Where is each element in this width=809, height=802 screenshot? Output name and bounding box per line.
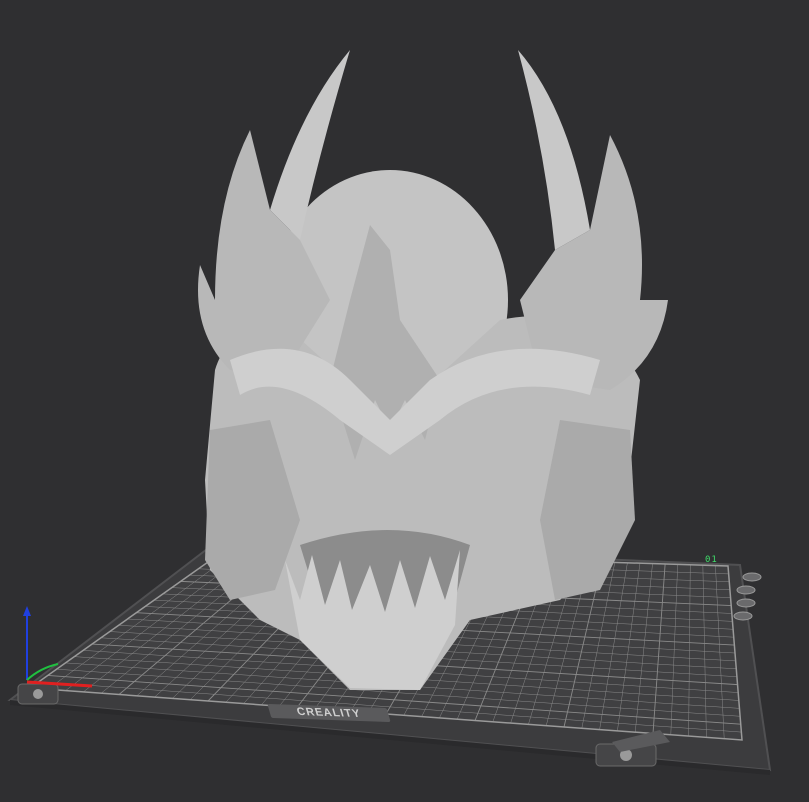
plate-id-label: 01: [705, 555, 718, 565]
scene: [7, 50, 772, 775]
plate-arrange-icon[interactable]: [736, 598, 756, 608]
plate-lock-icon[interactable]: [736, 585, 756, 595]
3d-viewport[interactable]: 01 CREALITY: [0, 0, 809, 802]
plate-corner-left-dot: [33, 689, 43, 699]
right-horn: [518, 50, 590, 250]
plate-orient-icon[interactable]: [733, 611, 753, 621]
axis-z-arrow: [23, 606, 31, 616]
plate-settings-icon[interactable]: [742, 572, 762, 582]
